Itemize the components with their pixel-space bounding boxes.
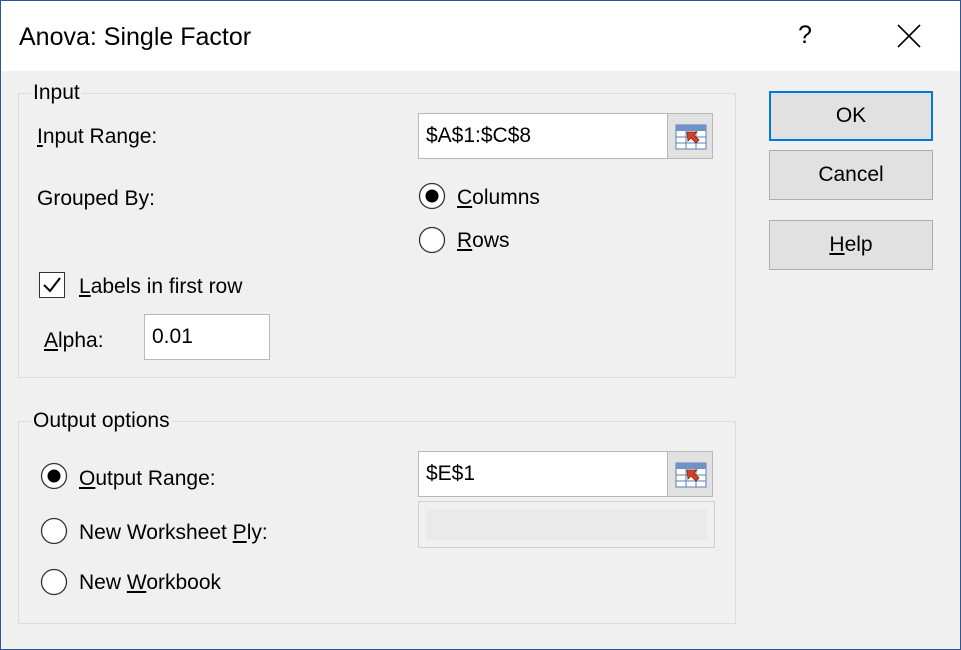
output-group-legend: Output options	[31, 409, 172, 433]
new-worksheet-ply-label[interactable]: New Worksheet Ply:	[79, 521, 268, 545]
ok-button[interactable]: OK	[769, 91, 933, 141]
disabled-field-fill	[426, 509, 707, 540]
columns-radio[interactable]	[418, 182, 446, 210]
alpha-label: Alpha:	[44, 329, 104, 352]
new-workbook-label[interactable]: New Workbook	[79, 571, 221, 595]
output-range-field[interactable]: $E$1	[418, 451, 668, 497]
rows-radio-label[interactable]: Rows	[457, 229, 510, 253]
range-select-icon	[675, 462, 707, 488]
new-workbook-radio[interactable]	[40, 568, 68, 596]
title-bar: Anova: Single Factor ?	[1, 1, 960, 71]
new-worksheet-ply-field[interactable]	[418, 501, 715, 548]
close-icon[interactable]	[896, 23, 922, 49]
input-group-legend: Input	[31, 81, 82, 105]
labels-first-row-checkbox[interactable]	[39, 272, 65, 298]
dialog-title: Anova: Single Factor	[19, 23, 252, 51]
grouped-by-label: Grouped By:	[37, 187, 155, 210]
output-range-radio[interactable]	[40, 462, 68, 490]
output-range-label[interactable]: Output Range:	[79, 467, 216, 491]
range-select-icon	[675, 124, 707, 150]
input-range-collapse-button[interactable]	[667, 113, 713, 159]
help-button[interactable]: Help	[769, 220, 933, 270]
cancel-button[interactable]: Cancel	[769, 150, 933, 200]
output-range-collapse-button[interactable]	[667, 451, 713, 497]
input-range-label: Input Range:	[37, 125, 158, 148]
labels-first-row-label[interactable]: Labels in first row	[79, 275, 242, 299]
columns-radio-label[interactable]: Columns	[457, 186, 540, 210]
rows-radio[interactable]	[418, 226, 446, 254]
checkmark-icon	[43, 277, 61, 293]
new-worksheet-ply-radio[interactable]	[40, 517, 68, 545]
help-question-icon[interactable]: ?	[795, 21, 815, 50]
input-range-field[interactable]: $A$1:$C$8	[418, 113, 668, 159]
alpha-field[interactable]: 0.01	[144, 314, 270, 360]
anova-dialog: Anova: Single Factor ? Input Input Range…	[0, 0, 961, 650]
